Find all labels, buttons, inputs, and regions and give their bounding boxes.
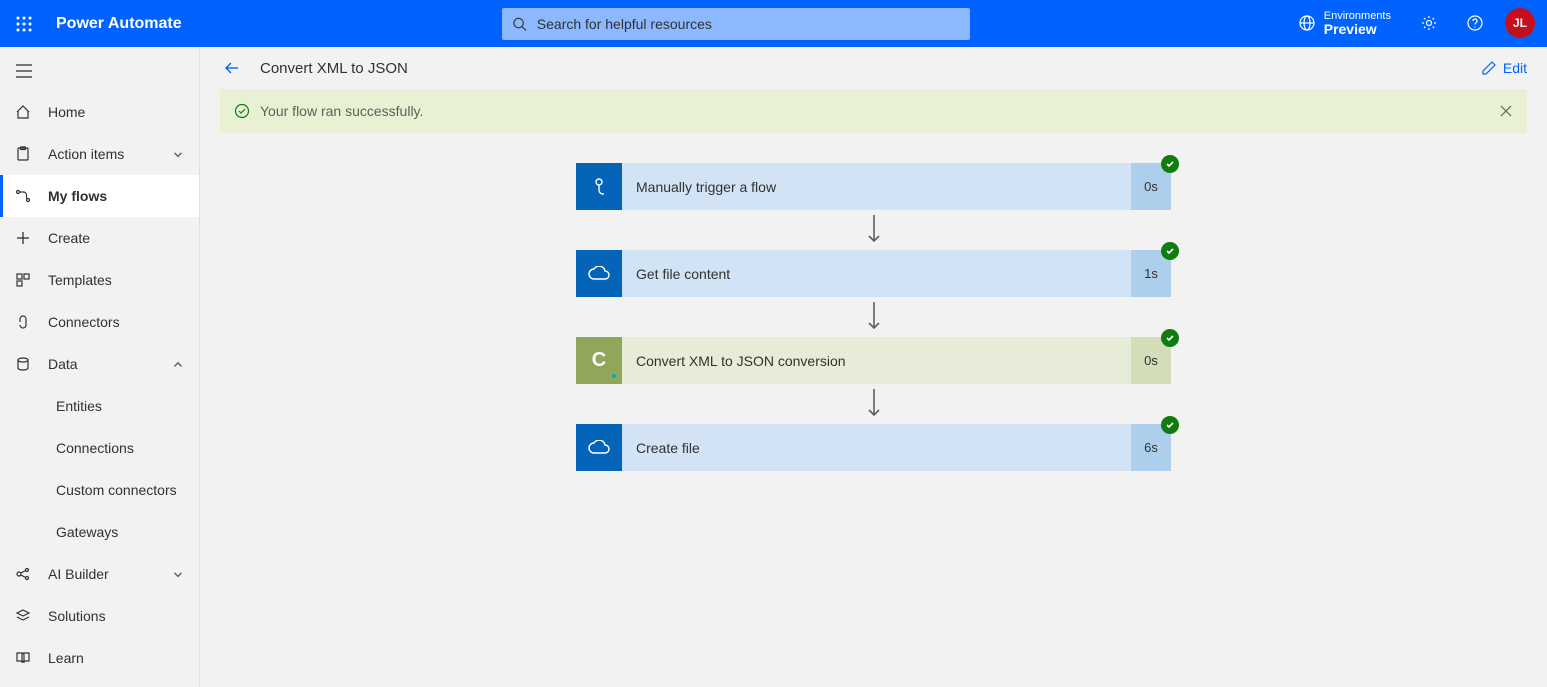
banner-close-button[interactable] [1499,104,1513,118]
sidebar-item-home[interactable]: Home [0,91,199,133]
sidebar-item-label: Home [48,104,185,120]
edit-label: Edit [1503,60,1527,76]
sidebar-item-solutions[interactable]: Solutions [0,595,199,637]
back-button[interactable] [220,56,244,80]
step-title: Get file content [622,250,1131,297]
settings-button[interactable] [1413,7,1445,39]
sidebar-item-label: Connections [56,440,185,456]
sidebar-item-learn[interactable]: Learn [0,637,199,679]
sidebar-item-data[interactable]: Data [0,343,199,385]
flow-step-get-file[interactable]: Get file content 1s [576,250,1171,297]
home-icon [15,104,31,120]
breadcrumb-bar: Convert XML to JSON Edit [200,47,1547,89]
pencil-icon [1481,60,1497,76]
chevron-up-icon [171,357,185,371]
templates-icon [15,272,31,288]
success-banner: Your flow ran successfully. [220,89,1527,133]
chevron-down-icon [171,567,185,581]
search-icon [512,16,527,32]
help-icon [1466,14,1484,32]
cloud-icon [587,440,611,456]
sidebar-item-label: Learn [48,650,185,666]
sidebar-item-entities[interactable]: Entities [0,385,199,427]
sidebar-item-create[interactable]: Create [0,217,199,259]
sidebar-item-connections[interactable]: Connections [0,427,199,469]
app-launcher-button[interactable] [0,0,48,47]
close-icon [1499,104,1513,118]
sidebar-item-label: Solutions [48,608,185,624]
success-badge [1161,416,1179,434]
step-title: Manually trigger a flow [622,163,1131,210]
edit-button[interactable]: Edit [1481,60,1527,76]
flow-step-create-file[interactable]: Create file 6s [576,424,1171,471]
environment-picker[interactable]: Environments Preview [1290,6,1399,41]
sidebar-toggle[interactable] [0,51,48,91]
sidebar-item-label: Custom connectors [56,482,185,498]
search-box[interactable] [502,8,970,40]
page-title: Convert XML to JSON [260,60,408,77]
sidebar-item-action-items[interactable]: Action items [0,133,199,175]
sidebar: Home Action items My flows Create Templa… [0,47,200,687]
sidebar-item-label: Gateways [56,524,185,540]
search-input[interactable] [537,16,960,32]
main-content: Convert XML to JSON Edit Your flow ran s… [200,47,1547,687]
check-circle-icon [234,103,250,119]
arrow-down-icon [867,302,881,332]
sidebar-item-ai-builder[interactable]: AI Builder [0,553,199,595]
sidebar-item-my-flows[interactable]: My flows [0,175,199,217]
arrow-left-icon [222,58,242,78]
sidebar-item-label: Data [48,356,155,372]
plus-icon [15,230,31,246]
sidebar-item-templates[interactable]: Templates [0,259,199,301]
arrow-down-icon [867,389,881,419]
check-icon [1165,333,1175,343]
gear-icon [1420,14,1438,32]
waffle-icon [16,16,32,32]
sidebar-item-label: Templates [48,272,185,288]
book-icon [15,650,31,666]
banner-text: Your flow ran successfully. [260,103,423,119]
touch-icon [588,176,610,198]
flow-step-convert[interactable]: C Convert XML to JSON conversion 0s [576,337,1171,384]
ai-icon [15,566,31,582]
success-badge [1161,329,1179,347]
sidebar-item-connectors[interactable]: Connectors [0,301,199,343]
sidebar-item-label: My flows [48,188,185,204]
hamburger-icon [16,64,32,78]
environment-value: Preview [1324,22,1391,37]
success-badge [1161,242,1179,260]
arrow-down-icon [867,215,881,245]
top-header: Power Automate Environments Preview JL [0,0,1547,47]
flow-step-trigger[interactable]: Manually trigger a flow 0s [576,163,1171,210]
database-icon [15,356,31,372]
app-title: Power Automate [56,15,182,33]
layers-icon [15,608,31,624]
flow-icon [15,188,31,204]
sidebar-item-gateways[interactable]: Gateways [0,511,199,553]
check-icon [1165,420,1175,430]
sidebar-item-label: Action items [48,146,155,162]
step-title: Create file [622,424,1131,471]
user-avatar[interactable]: JL [1505,8,1535,38]
help-button[interactable] [1459,7,1491,39]
connectors-icon [15,314,31,330]
success-badge [1161,155,1179,173]
chevron-down-icon [171,147,185,161]
sidebar-item-custom-connectors[interactable]: Custom connectors [0,469,199,511]
step-title: Convert XML to JSON conversion [622,337,1131,384]
flow-canvas: Manually trigger a flow 0s Get file cont… [200,133,1547,687]
globe-icon [1298,14,1316,32]
sidebar-item-label: Entities [56,398,185,414]
sidebar-item-label: AI Builder [48,566,155,582]
check-icon [1165,246,1175,256]
sidebar-item-label: Connectors [48,314,185,330]
clipboard-icon [15,146,31,162]
sidebar-item-label: Create [48,230,185,246]
check-icon [1165,159,1175,169]
cloud-icon [587,266,611,282]
